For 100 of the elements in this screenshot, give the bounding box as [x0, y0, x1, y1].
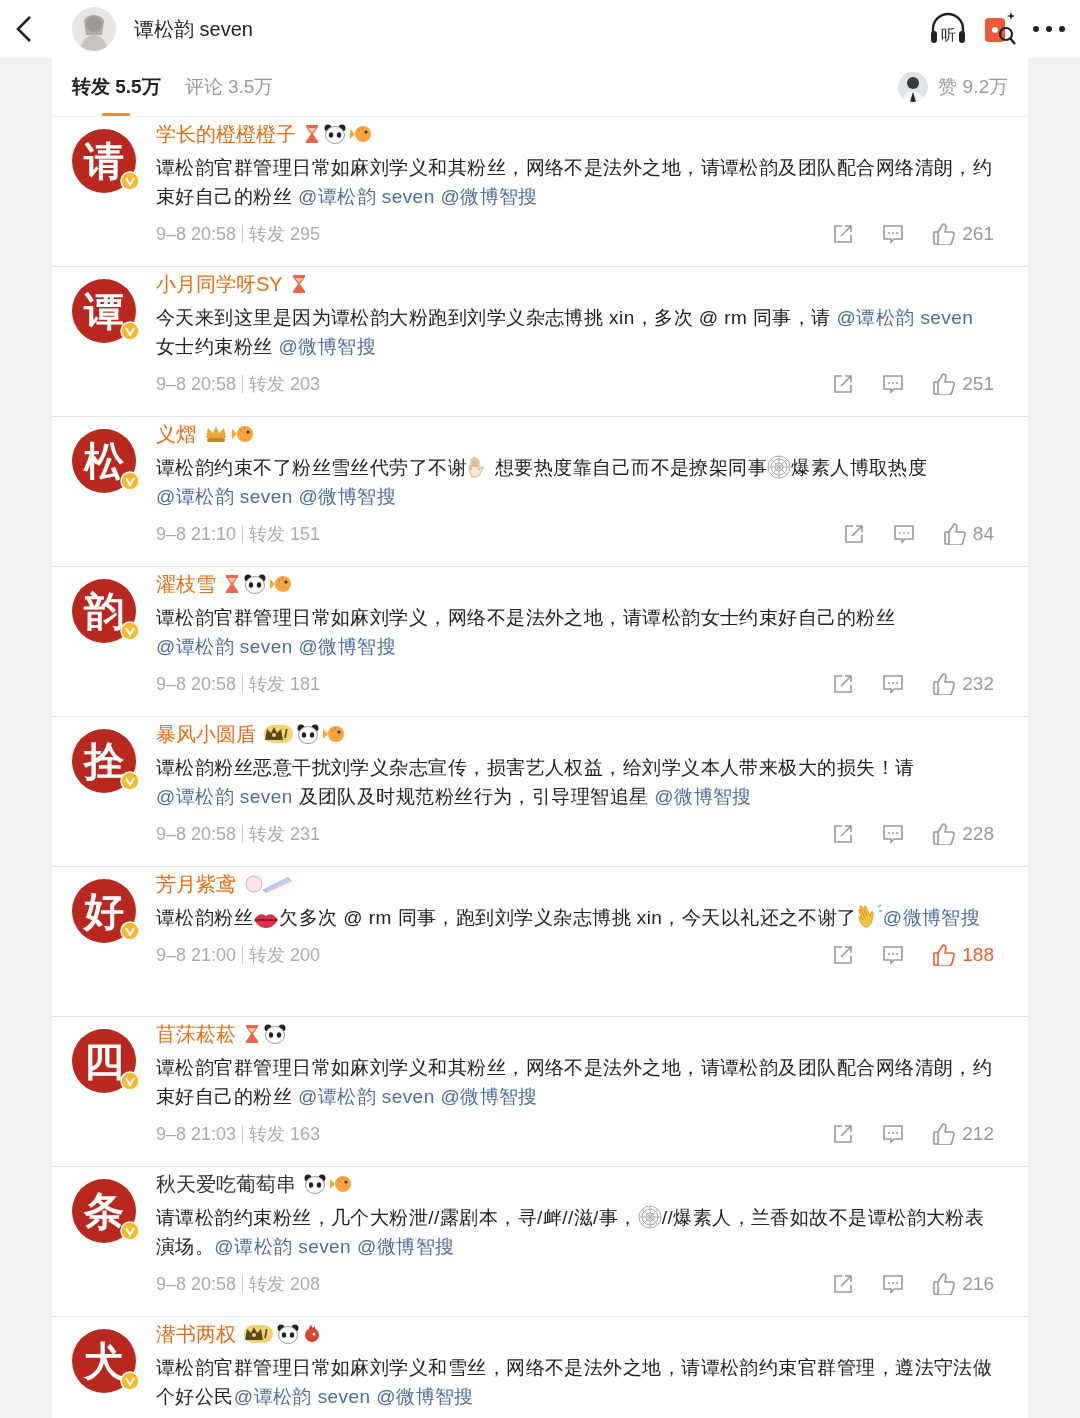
avatar[interactable]: 松 — [72, 429, 136, 493]
avatar[interactable]: 拴 — [72, 729, 136, 793]
share-icon[interactable] — [832, 1123, 855, 1145]
mention-link[interactable]: @微博智搜 — [298, 486, 397, 507]
comment-text: 谭松韵粉丝 欠多次 @ rm 同事，跑到刘学义杂志博挑 xin，今天以礼还之不谢了 @微博智搜 — [156, 903, 994, 932]
thumbs-up-icon[interactable] — [932, 223, 957, 245]
thumbs-up-icon[interactable] — [932, 944, 957, 966]
comment-icon[interactable] — [882, 944, 905, 966]
timestamp: 9–8 20:58 — [156, 1273, 237, 1295]
mention-link[interactable]: @谭松韵 seven — [297, 186, 435, 207]
user-name[interactable]: 秋天爱吃葡萄串 — [156, 1170, 296, 1198]
user-name[interactable]: 义熠 — [156, 420, 196, 448]
comment-text: 谭松韵官群管理日常如麻刘学义和雪丝，网络不是法外之地，请谭松韵约束官群管理，遵法守法做个好公民@谭松韵 seven @微博智搜 — [156, 1356, 994, 1409]
avatar[interactable]: 好 — [72, 879, 136, 943]
like-button[interactable]: 84 — [942, 523, 994, 545]
thumbs-up-icon[interactable] — [932, 673, 957, 695]
user-name[interactable]: 小月同学呀SY — [156, 270, 283, 298]
thumbs-up-icon[interactable] — [932, 1123, 957, 1145]
level-badge: I — [264, 725, 294, 743]
avatar[interactable]: 四 — [72, 1029, 136, 1093]
mention-link[interactable]: @微博智搜 — [654, 786, 752, 807]
avatar[interactable]: 犬 — [72, 1329, 136, 1393]
user-name[interactable]: 潜书两权 — [156, 1320, 236, 1348]
comment-icon[interactable] — [882, 823, 905, 845]
mention-link[interactable]: @谭松韵 seven — [214, 1236, 352, 1257]
mention-link[interactable]: @谭松韵 seven — [156, 486, 293, 507]
share-icon[interactable] — [832, 223, 855, 245]
share-icon[interactable] — [832, 944, 855, 966]
comment-icon[interactable] — [882, 673, 905, 695]
comment-icon[interactable] — [892, 523, 915, 545]
comment-text: 谭松韵粉丝恶意干扰刘学义杂志宣传，损害艺人权益，给刘学义本人带来极大的损失！请 @谭松韵 seven 及团队及时规范粉丝行为，引导理智追星 @微博智搜 — [156, 756, 916, 809]
timestamp: 9–8 21:00 — [156, 944, 237, 966]
like-button[interactable]: 251 — [932, 373, 994, 395]
timestamp: 9–8 21:03 — [156, 1123, 237, 1145]
avatar[interactable]: 谭 — [72, 279, 136, 343]
panda-icon — [304, 1174, 326, 1194]
panda-icon — [264, 1024, 286, 1044]
panda-icon — [277, 1324, 300, 1344]
share-icon[interactable] — [832, 1273, 855, 1295]
mention-link[interactable]: @谭松韵 seven — [233, 1386, 371, 1407]
like-button[interactable]: 228 — [932, 823, 994, 845]
panda-icon — [297, 724, 320, 744]
fish-icon — [350, 125, 372, 143]
panda-icon — [324, 124, 346, 144]
avatar[interactable]: 条 — [72, 1179, 136, 1243]
thumbs-up-icon[interactable] — [942, 523, 967, 545]
user-name[interactable]: 苜莯菘菘 — [156, 1020, 236, 1048]
more-icon[interactable] — [1032, 24, 1066, 34]
avatar[interactable]: 请 — [72, 129, 136, 193]
like-button[interactable]: 232 — [932, 673, 994, 695]
comment-icon[interactable] — [882, 1123, 905, 1145]
mention-link[interactable]: @微博智搜 — [440, 1086, 538, 1107]
avatar[interactable]: 韵 — [72, 579, 136, 643]
like-button[interactable]: 261 — [932, 223, 994, 245]
thumbs-up-icon[interactable] — [932, 373, 957, 395]
fish-icon — [270, 575, 292, 593]
cobweb-icon — [767, 455, 792, 479]
mention-link[interactable]: @谭松韵 seven — [836, 307, 974, 328]
comment-icon[interactable] — [882, 1273, 905, 1295]
hourglass-icon — [244, 1024, 260, 1044]
fish-icon — [323, 725, 346, 743]
account-name: 谭松韵 seven — [134, 16, 254, 42]
mention-link[interactable]: @微博智搜 — [278, 336, 376, 357]
mention-link[interactable]: @谭松韵 seven — [156, 636, 293, 657]
mention-link[interactable]: @微博智搜 — [376, 1386, 474, 1407]
share-icon[interactable] — [832, 823, 855, 845]
share-icon[interactable] — [842, 523, 865, 545]
timestamp: 9–8 21:10 — [156, 523, 237, 545]
thumbs-up-icon[interactable] — [932, 823, 957, 845]
like-button[interactable]: 188 — [932, 944, 994, 966]
comment-icon[interactable] — [882, 373, 905, 395]
mention-link[interactable]: @谭松韵 seven — [156, 786, 293, 807]
cobweb-icon — [637, 1205, 662, 1229]
crown-icon — [204, 424, 228, 444]
thumbs-up-icon[interactable] — [932, 1273, 957, 1295]
listen-button[interactable]: 听 — [928, 9, 968, 49]
user-name[interactable]: 暴风小圆盾 — [156, 720, 256, 748]
like-total[interactable]: 赞 9.2万 — [938, 74, 1008, 100]
waving-hand-icon — [856, 903, 883, 929]
user-name[interactable]: 濯枝雪 — [156, 570, 216, 598]
user-name[interactable]: 学长的橙橙橙子 — [156, 120, 296, 148]
comment-text: 今天来到这里是因为谭松韵大粉跑到刘学义杂志博挑 xin，多次 @ rm 同事，请 @谭松韵 seven 女士约束粉丝 @微博智搜 — [156, 306, 975, 359]
mention-link[interactable]: @微博智搜 — [356, 1236, 455, 1257]
fish-icon — [330, 1175, 352, 1193]
mention-link[interactable]: @微博智搜 — [882, 907, 981, 928]
comment-icon[interactable] — [882, 223, 905, 245]
comment-text: 谭松韵官群管理日常如麻刘学义和其粉丝，网络不是法外之地，请谭松韵及团队配合网络清朗，约束好自己的粉丝 @谭松韵 seven @微博智搜 — [156, 156, 994, 209]
tab[interactable]: 评论 3.5万 — [184, 58, 274, 116]
user-name[interactable]: 芳月紫鸢 — [156, 870, 236, 898]
panda-icon — [244, 574, 266, 594]
tab[interactable]: 转发 5.5万 — [72, 58, 161, 116]
share-icon[interactable] — [832, 673, 855, 695]
verified-badge-icon — [120, 1071, 140, 1091]
mention-link[interactable]: @谭松韵 seven — [297, 1086, 435, 1107]
mention-link[interactable]: @微博智搜 — [440, 186, 538, 207]
like-button[interactable]: 216 — [932, 1273, 994, 1295]
comment-text: 请谭松韵约束粉丝，几个大粉泄//露剧本，寻/衅//滋/事， //爆素人，兰香如故不是谭松韵大粉表演场。@谭松韵 seven @微博智搜 — [156, 1204, 986, 1259]
like-button[interactable]: 212 — [932, 1123, 994, 1145]
share-icon[interactable] — [832, 373, 855, 395]
mention-link[interactable]: @微博智搜 — [298, 636, 397, 657]
